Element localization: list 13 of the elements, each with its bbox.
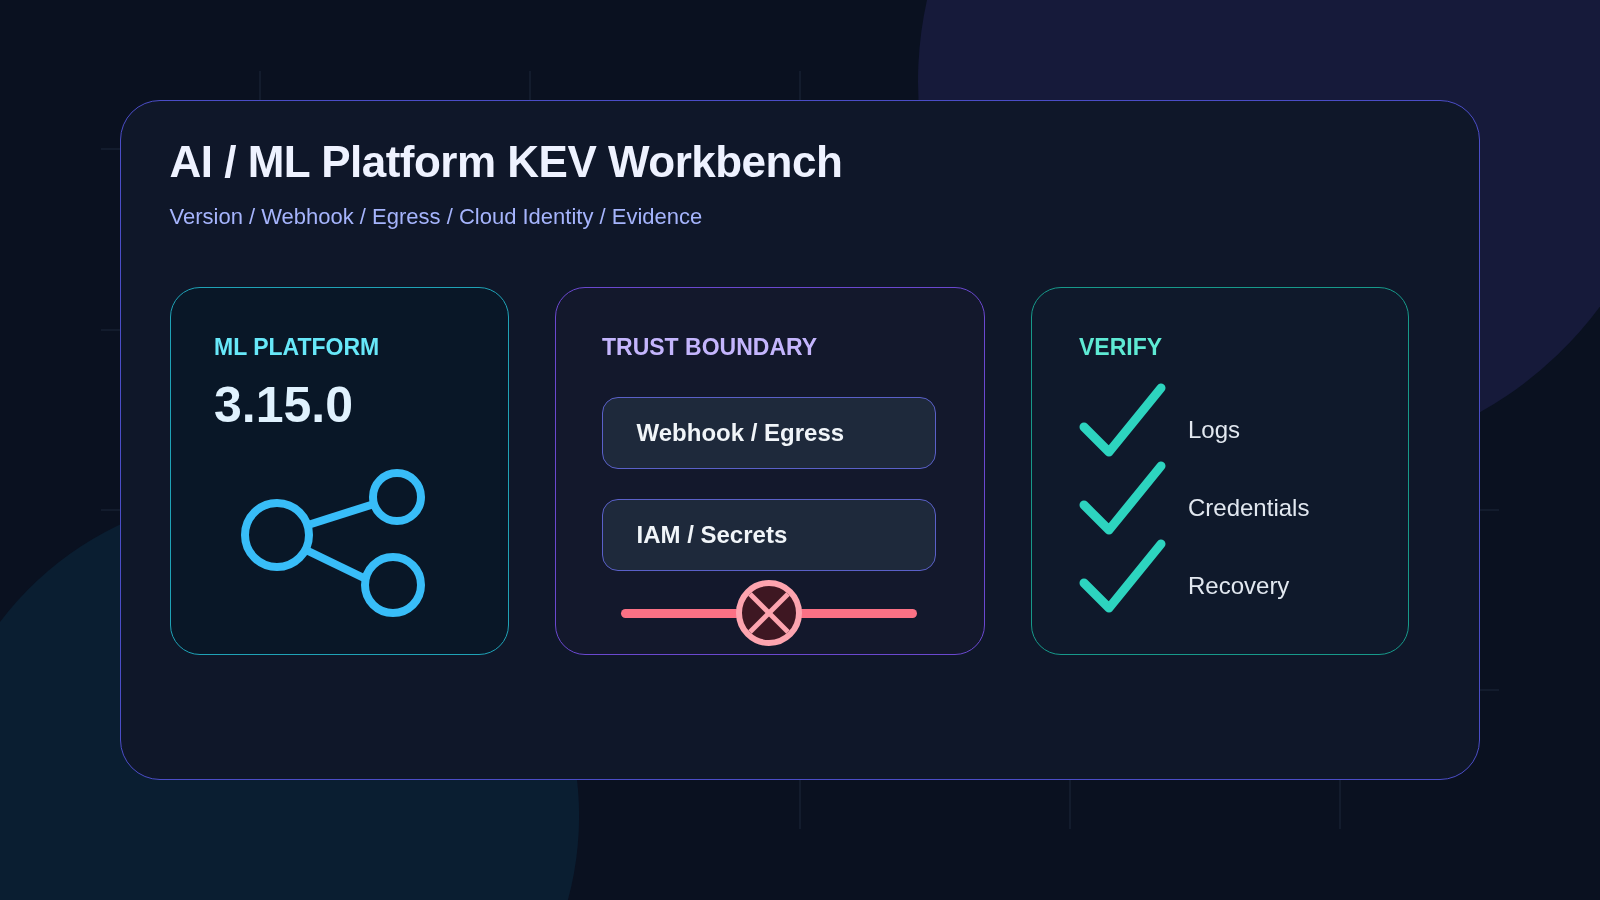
check-label: Recovery	[1188, 572, 1290, 600]
boundary-item: Webhook / Egress	[602, 397, 936, 469]
card-label: ML PLATFORM	[214, 334, 380, 360]
page-title: AI / ML Platform KEV Workbench	[169, 135, 844, 188]
boundary-item: IAM / Secrets	[602, 499, 936, 571]
check-label: Logs	[1188, 416, 1241, 444]
x-circle-icon	[736, 580, 802, 646]
page-subtitle: Version / Webhook / Egress / Cloud Identity / Evidence	[169, 202, 704, 231]
card-label: TRUST BOUNDARY	[602, 334, 818, 360]
card-label: VERIFY	[1079, 334, 1163, 360]
check-label: Credentials	[1188, 494, 1310, 522]
version-number: 3.15.0	[214, 376, 353, 434]
share-icon	[241, 469, 425, 617]
